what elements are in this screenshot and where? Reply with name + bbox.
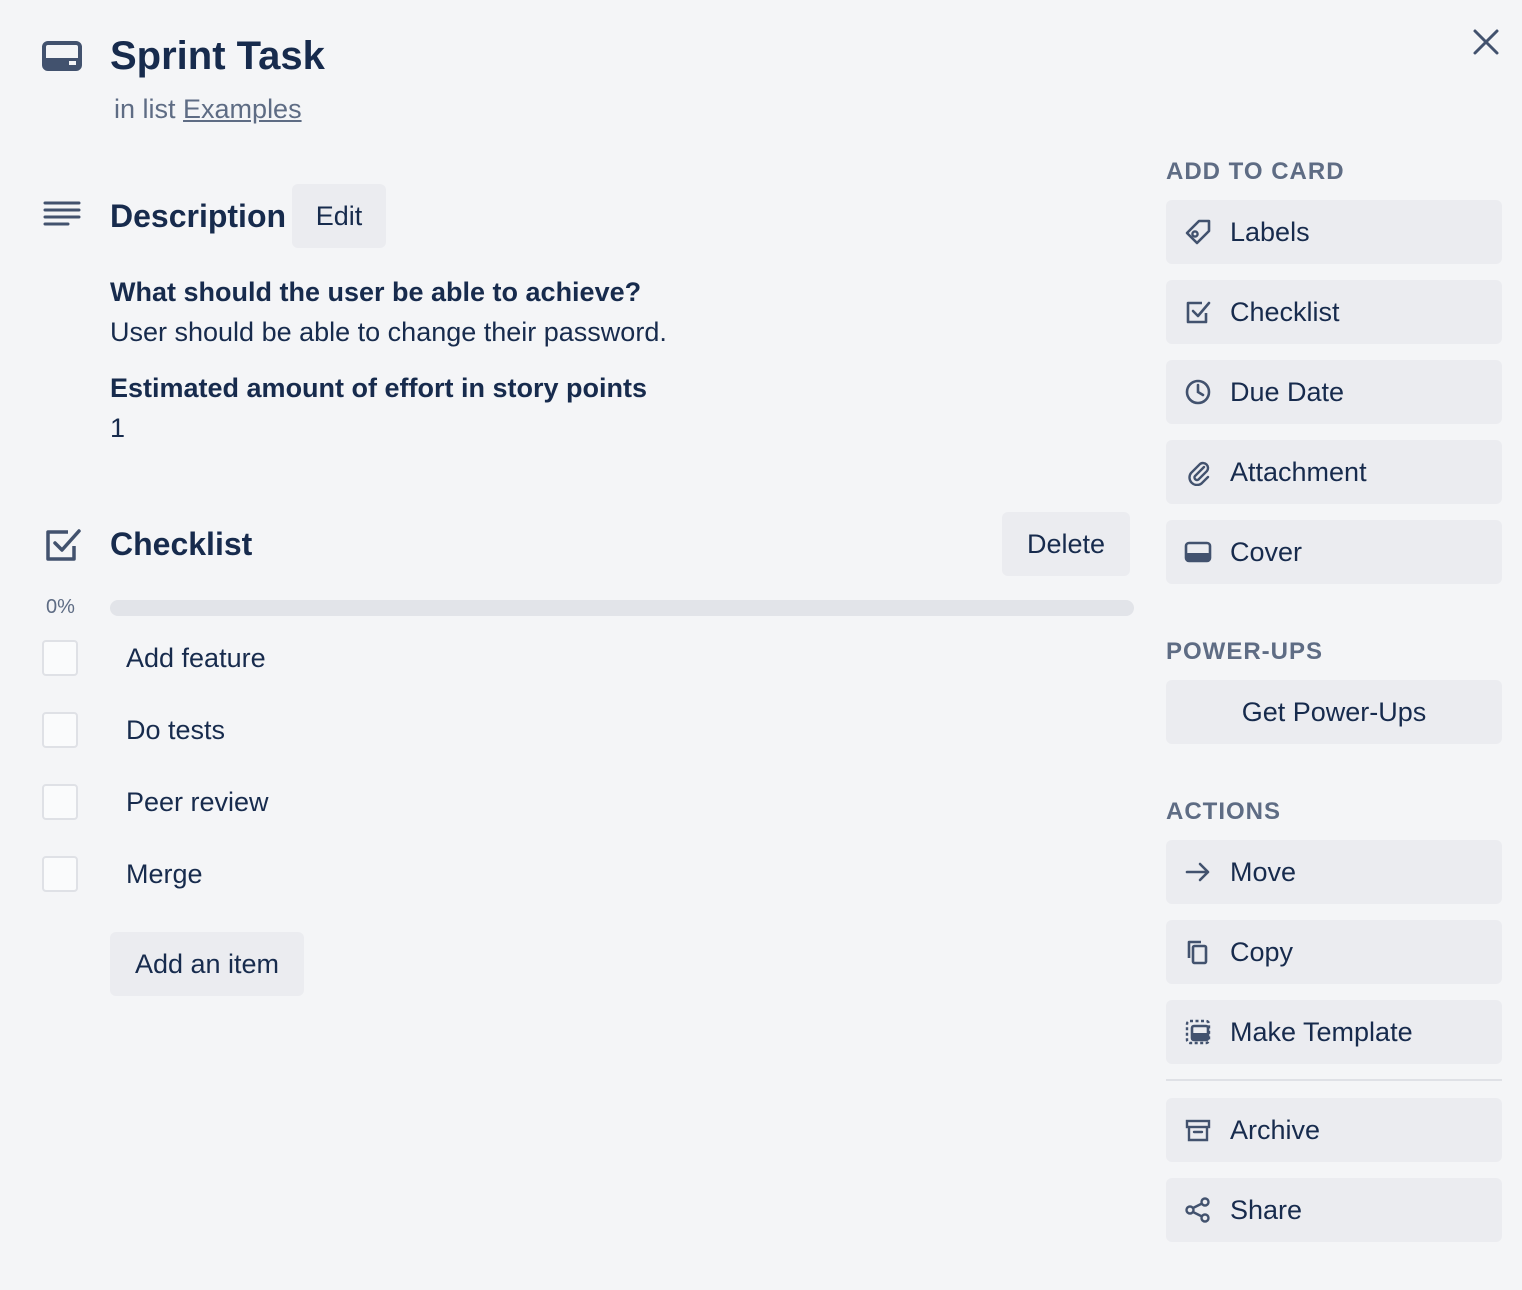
archive-button[interactable]: Archive: [1166, 1098, 1502, 1162]
copy-button-label: Copy: [1230, 937, 1294, 967]
checklist-heading: Checklist: [110, 526, 253, 562]
checklist-icon: [46, 529, 81, 561]
checklist-item-checkbox[interactable]: [42, 784, 78, 820]
share-button[interactable]: Share: [1166, 1178, 1502, 1242]
list-link[interactable]: Examples: [183, 94, 302, 124]
move-button[interactable]: Move: [1166, 840, 1502, 904]
checklist-button-label: Checklist: [1230, 297, 1340, 327]
copy-icon: [1187, 940, 1208, 965]
checklist-item-label[interactable]: Merge: [126, 856, 203, 892]
add-to-card-heading: ADD TO CARD: [1166, 158, 1345, 185]
due-date-button[interactable]: Due Date: [1166, 360, 1502, 424]
checklist-item-checkbox[interactable]: [42, 856, 78, 892]
tag-icon: [1185, 219, 1211, 245]
move-button-label: Move: [1230, 857, 1297, 887]
checklist-progress-bar: [110, 600, 1134, 616]
copy-button[interactable]: Copy: [1166, 920, 1502, 984]
get-power-ups-button[interactable]: Get Power-Ups: [1166, 680, 1502, 744]
actions-heading: ACTIONS: [1166, 798, 1281, 825]
card-icon: [42, 41, 82, 71]
archive-icon: [1185, 1119, 1211, 1142]
make-template-button-label: Make Template: [1230, 1017, 1413, 1047]
due-date-button-label: Due Date: [1230, 377, 1345, 407]
description-question-2: Estimated amount of effort in story poin…: [110, 373, 648, 403]
add-item-button[interactable]: Add an item: [110, 932, 304, 996]
checklist-item-checkbox[interactable]: [42, 712, 78, 748]
card-detail-dialog: Sprint Task in list Examples Description…: [0, 0, 1522, 1290]
description-answer-1: User should be able to change their pass…: [110, 317, 667, 347]
arrow-right-icon: [1185, 862, 1210, 882]
description-answer-2: 1: [110, 413, 126, 443]
checklist-item-label[interactable]: Peer review: [126, 784, 269, 820]
description-question-1: What should the user be able to achieve?: [110, 277, 642, 307]
share-icon: [1185, 1197, 1210, 1223]
checklist-item-label[interactable]: Add feature: [126, 640, 266, 676]
labels-button[interactable]: Labels: [1166, 200, 1502, 264]
archive-button-label: Archive: [1230, 1115, 1321, 1145]
card-title[interactable]: Sprint Task: [110, 30, 325, 82]
attachment-button-label: Attachment: [1230, 457, 1367, 487]
attachment-button[interactable]: Attachment: [1166, 440, 1502, 504]
paperclip-icon: [1188, 461, 1210, 486]
checklist-item: Merge: [42, 856, 1132, 896]
description-heading: Description: [110, 198, 287, 234]
description-icon: [43, 201, 81, 226]
close-button[interactable]: [1466, 22, 1506, 62]
share-button-label: Share: [1230, 1195, 1303, 1225]
checklist-item-checkbox[interactable]: [42, 640, 78, 676]
in-list-prefix: in list: [114, 94, 176, 124]
checklist-item-label[interactable]: Do tests: [126, 712, 225, 748]
cover-icon: [1184, 541, 1212, 563]
cover-button-label: Cover: [1230, 537, 1303, 567]
checklist-button[interactable]: Checklist: [1166, 280, 1502, 344]
delete-checklist-button[interactable]: Delete: [1002, 512, 1130, 576]
close-icon: [1473, 29, 1499, 55]
checklist-item: Do tests: [42, 712, 1132, 752]
cover-button[interactable]: Cover: [1166, 520, 1502, 584]
list-breadcrumb: in list Examples: [114, 92, 302, 126]
clock-icon: [1185, 379, 1211, 405]
actions-divider: [1166, 1079, 1502, 1081]
labels-button-label: Labels: [1230, 217, 1310, 247]
edit-description-button[interactable]: Edit: [292, 184, 386, 248]
template-icon: [1185, 1019, 1211, 1045]
checklist-icon: [1186, 301, 1211, 324]
power-ups-heading: POWER-UPS: [1166, 638, 1324, 665]
progress-percent: 0%: [46, 596, 75, 618]
checklist-item: Peer review: [42, 784, 1132, 824]
make-template-button[interactable]: Make Template: [1166, 1000, 1502, 1064]
get-power-ups-label: Get Power-Ups: [1241, 697, 1427, 727]
checklist-item: Add feature: [42, 640, 1132, 680]
